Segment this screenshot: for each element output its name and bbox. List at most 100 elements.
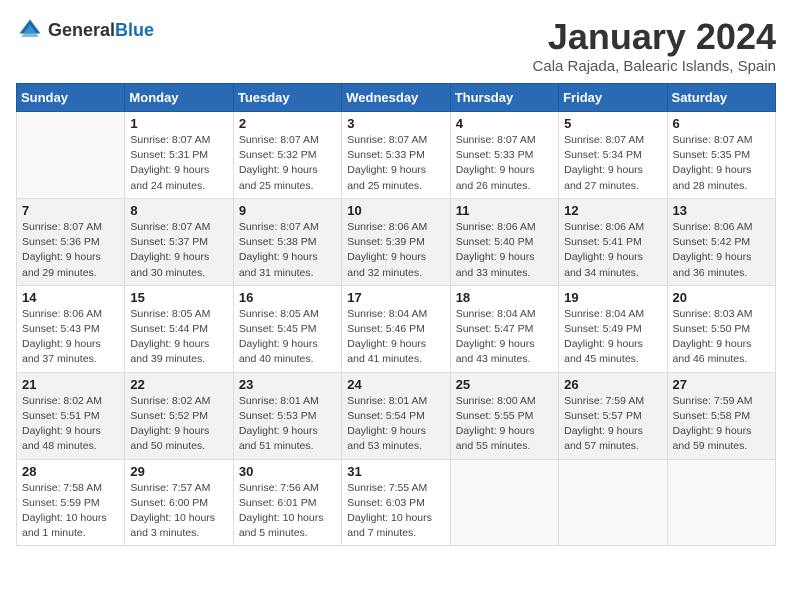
calendar-week-row: 7 Sunrise: 8:07 AMSunset: 5:36 PMDaylight… — [17, 198, 776, 285]
calendar-day-cell: 23 Sunrise: 8:01 AMSunset: 5:53 PMDayligh… — [233, 372, 341, 459]
day-number: 12 — [564, 203, 661, 218]
day-info: Sunrise: 8:07 AMSunset: 5:32 PMDaylight:… — [239, 133, 336, 194]
calendar-day-cell: 24Sunrise: 8:01 AMSunset: 5:54 PMDayligh… — [342, 372, 450, 459]
day-number: 1 — [130, 116, 227, 131]
day-number: 10 — [347, 203, 444, 218]
title-block: January 2024 Cala Rajada, Balearic Islan… — [533, 16, 776, 75]
day-number: 2 — [239, 116, 336, 131]
calendar-day-cell: 17 Sunrise: 8:04 AMSunset: 5:46 PMDayligh… — [342, 285, 450, 372]
calendar-day-cell: 3 Sunrise: 8:07 AMSunset: 5:33 PMDaylight… — [342, 112, 450, 199]
day-info: Sunrise: 8:06 AMSunset: 5:43 PMDaylight:… — [22, 307, 119, 368]
day-number: 13 — [673, 203, 770, 218]
calendar-week-row: 14Sunrise: 8:06 AMSunset: 5:43 PMDayligh… — [17, 285, 776, 372]
calendar-day-cell: 4Sunrise: 8:07 AMSunset: 5:33 PMDaylight… — [450, 112, 558, 199]
day-number: 26 — [564, 377, 661, 392]
logo-icon — [16, 16, 44, 44]
day-info: Sunrise: 8:04 AMSunset: 5:47 PMDaylight:… — [456, 307, 553, 368]
calendar-week-row: 1 Sunrise: 8:07 AMSunset: 5:31 PMDaylight… — [17, 112, 776, 199]
day-number: 27 — [673, 377, 770, 392]
day-info: Sunrise: 8:06 AMSunset: 5:39 PMDaylight:… — [347, 220, 444, 281]
day-info: Sunrise: 8:01 AMSunset: 5:53 PMDaylight:… — [239, 394, 336, 455]
weekday-header: Wednesday — [342, 84, 450, 112]
calendar-day-cell: 29Sunrise: 7:57 AMSunset: 6:00 PMDayligh… — [125, 459, 233, 546]
day-number: 6 — [673, 116, 770, 131]
day-info: Sunrise: 8:06 AMSunset: 5:40 PMDaylight:… — [456, 220, 553, 281]
calendar-day-cell: 10 Sunrise: 8:06 AMSunset: 5:39 PMDayligh… — [342, 198, 450, 285]
weekday-header-row: SundayMondayTuesdayWednesdayThursdayFrid… — [17, 84, 776, 112]
day-info: Sunrise: 8:00 AMSunset: 5:55 PMDaylight:… — [456, 394, 553, 455]
day-number: 30 — [239, 464, 336, 479]
calendar-day-cell — [559, 459, 667, 546]
day-info: Sunrise: 8:05 AMSunset: 5:44 PMDaylight:… — [130, 307, 227, 368]
day-number: 20 — [673, 290, 770, 305]
calendar-day-cell: 1 Sunrise: 8:07 AMSunset: 5:31 PMDaylight… — [125, 112, 233, 199]
day-info: Sunrise: 8:05 AMSunset: 5:45 PMDaylight:… — [239, 307, 336, 368]
calendar-day-cell: 19 Sunrise: 8:04 AMSunset: 5:49 PMDayligh… — [559, 285, 667, 372]
calendar-day-cell: 5 Sunrise: 8:07 AMSunset: 5:34 PMDaylight… — [559, 112, 667, 199]
day-number: 22 — [130, 377, 227, 392]
day-info: Sunrise: 8:06 AMSunset: 5:42 PMDaylight:… — [673, 220, 770, 281]
calendar-day-cell: 18Sunrise: 8:04 AMSunset: 5:47 PMDayligh… — [450, 285, 558, 372]
day-info: Sunrise: 8:07 AMSunset: 5:33 PMDaylight:… — [347, 133, 444, 194]
day-number: 19 — [564, 290, 661, 305]
day-number: 17 — [347, 290, 444, 305]
calendar-day-cell — [450, 459, 558, 546]
day-info: Sunrise: 8:06 AMSunset: 5:41 PMDaylight:… — [564, 220, 661, 281]
calendar-table: SundayMondayTuesdayWednesdayThursdayFrid… — [16, 83, 776, 546]
weekday-header: Sunday — [17, 84, 125, 112]
calendar-day-cell: 8 Sunrise: 8:07 AMSunset: 5:37 PMDaylight… — [125, 198, 233, 285]
day-number: 25 — [456, 377, 553, 392]
calendar-day-cell: 30Sunrise: 7:56 AMSunset: 6:01 PMDayligh… — [233, 459, 341, 546]
day-number: 9 — [239, 203, 336, 218]
weekday-header: Saturday — [667, 84, 775, 112]
day-info: Sunrise: 7:58 AMSunset: 5:59 PMDaylight:… — [22, 481, 119, 542]
day-number: 5 — [564, 116, 661, 131]
day-info: Sunrise: 7:59 AMSunset: 5:58 PMDaylight:… — [673, 394, 770, 455]
day-info: Sunrise: 8:07 AMSunset: 5:31 PMDaylight:… — [130, 133, 227, 194]
day-info: Sunrise: 7:55 AMSunset: 6:03 PMDaylight:… — [347, 481, 444, 542]
weekday-header: Tuesday — [233, 84, 341, 112]
calendar-day-cell: 6 Sunrise: 8:07 AMSunset: 5:35 PMDaylight… — [667, 112, 775, 199]
calendar-day-cell: 27 Sunrise: 7:59 AMSunset: 5:58 PMDayligh… — [667, 372, 775, 459]
day-number: 24 — [347, 377, 444, 392]
logo: GeneralBlue — [16, 16, 154, 44]
day-info: Sunrise: 8:04 AMSunset: 5:46 PMDaylight:… — [347, 307, 444, 368]
logo-blue-text: Blue — [115, 20, 154, 40]
day-info: Sunrise: 8:07 AMSunset: 5:35 PMDaylight:… — [673, 133, 770, 194]
calendar-day-cell — [667, 459, 775, 546]
calendar-day-cell: 7 Sunrise: 8:07 AMSunset: 5:36 PMDaylight… — [17, 198, 125, 285]
day-info: Sunrise: 8:07 AMSunset: 5:36 PMDaylight:… — [22, 220, 119, 281]
calendar-day-cell: 12 Sunrise: 8:06 AMSunset: 5:41 PMDayligh… — [559, 198, 667, 285]
day-info: Sunrise: 7:59 AMSunset: 5:57 PMDaylight:… — [564, 394, 661, 455]
day-number: 7 — [22, 203, 119, 218]
logo-general-text: General — [48, 20, 115, 40]
day-info: Sunrise: 8:07 AMSunset: 5:38 PMDaylight:… — [239, 220, 336, 281]
day-info: Sunrise: 8:07 AMSunset: 5:34 PMDaylight:… — [564, 133, 661, 194]
day-number: 31 — [347, 464, 444, 479]
calendar-day-cell: 21Sunrise: 8:02 AMSunset: 5:51 PMDayligh… — [17, 372, 125, 459]
calendar-day-cell: 13 Sunrise: 8:06 AMSunset: 5:42 PMDayligh… — [667, 198, 775, 285]
calendar-day-cell: 28 Sunrise: 7:58 AMSunset: 5:59 PMDayligh… — [17, 459, 125, 546]
day-number: 3 — [347, 116, 444, 131]
day-number: 16 — [239, 290, 336, 305]
calendar-title: January 2024 — [533, 16, 776, 58]
day-number: 23 — [239, 377, 336, 392]
calendar-day-cell — [17, 112, 125, 199]
day-info: Sunrise: 8:07 AMSunset: 5:37 PMDaylight:… — [130, 220, 227, 281]
calendar-day-cell: 14Sunrise: 8:06 AMSunset: 5:43 PMDayligh… — [17, 285, 125, 372]
calendar-day-cell: 20 Sunrise: 8:03 AMSunset: 5:50 PMDayligh… — [667, 285, 775, 372]
day-info: Sunrise: 8:02 AMSunset: 5:52 PMDaylight:… — [130, 394, 227, 455]
calendar-day-cell: 16 Sunrise: 8:05 AMSunset: 5:45 PMDayligh… — [233, 285, 341, 372]
weekday-header: Monday — [125, 84, 233, 112]
calendar-day-cell: 15 Sunrise: 8:05 AMSunset: 5:44 PMDayligh… — [125, 285, 233, 372]
day-number: 21 — [22, 377, 119, 392]
calendar-day-cell: 31 Sunrise: 7:55 AMSunset: 6:03 PMDayligh… — [342, 459, 450, 546]
day-number: 28 — [22, 464, 119, 479]
day-number: 15 — [130, 290, 227, 305]
day-info: Sunrise: 8:03 AMSunset: 5:50 PMDaylight:… — [673, 307, 770, 368]
day-number: 8 — [130, 203, 227, 218]
calendar-day-cell: 9 Sunrise: 8:07 AMSunset: 5:38 PMDaylight… — [233, 198, 341, 285]
day-info: Sunrise: 8:04 AMSunset: 5:49 PMDaylight:… — [564, 307, 661, 368]
calendar-day-cell: 22 Sunrise: 8:02 AMSunset: 5:52 PMDayligh… — [125, 372, 233, 459]
calendar-day-cell: 2 Sunrise: 8:07 AMSunset: 5:32 PMDaylight… — [233, 112, 341, 199]
